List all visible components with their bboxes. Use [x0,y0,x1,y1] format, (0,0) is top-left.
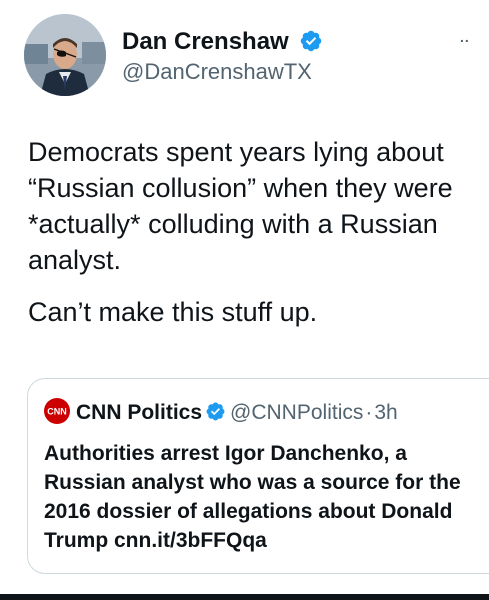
cnn-logo-text: CNN [47,407,67,417]
header-separator: · [365,401,373,424]
quoted-tweet-header: CNN CNN Politics @CNNPolitics·3h [44,398,398,427]
quoted-tweet-card[interactable]: CNN CNN Politics @CNNPolitics·3h Authori… [27,378,489,574]
author-handle[interactable]: @DanCrenshawTX [122,58,312,86]
tweet-screenshot: Dan Crenshaw @DanCrenshawTX .. Democrats… [0,0,489,600]
tweet-text-paragraph: Democrats spent years lying about “Russi… [28,137,453,275]
quoted-author-name[interactable]: CNN Politics [76,401,202,424]
bottom-divider [0,594,489,600]
verified-badge-icon [301,30,322,51]
author-name-row[interactable]: Dan Crenshaw [122,27,323,57]
more-options-icon[interactable]: .. [460,30,470,44]
profile-photo-icon [24,14,106,96]
author-display-name[interactable]: Dan Crenshaw [122,28,289,55]
avatar[interactable] [24,14,106,96]
verified-badge-icon [206,402,225,421]
tweet-text: Democrats spent years lying about “Russi… [28,134,483,330]
tweet-text-paragraph: Can’t make this stuff up. [28,297,318,327]
cnn-logo-icon[interactable]: CNN [44,398,70,425]
quoted-tweet-timestamp[interactable]: 3h [374,401,397,424]
quoted-author-handle[interactable]: @CNNPolitics [230,401,363,424]
quoted-tweet-text: Authorities arrest Igor Danchenko, a Rus… [44,442,461,552]
